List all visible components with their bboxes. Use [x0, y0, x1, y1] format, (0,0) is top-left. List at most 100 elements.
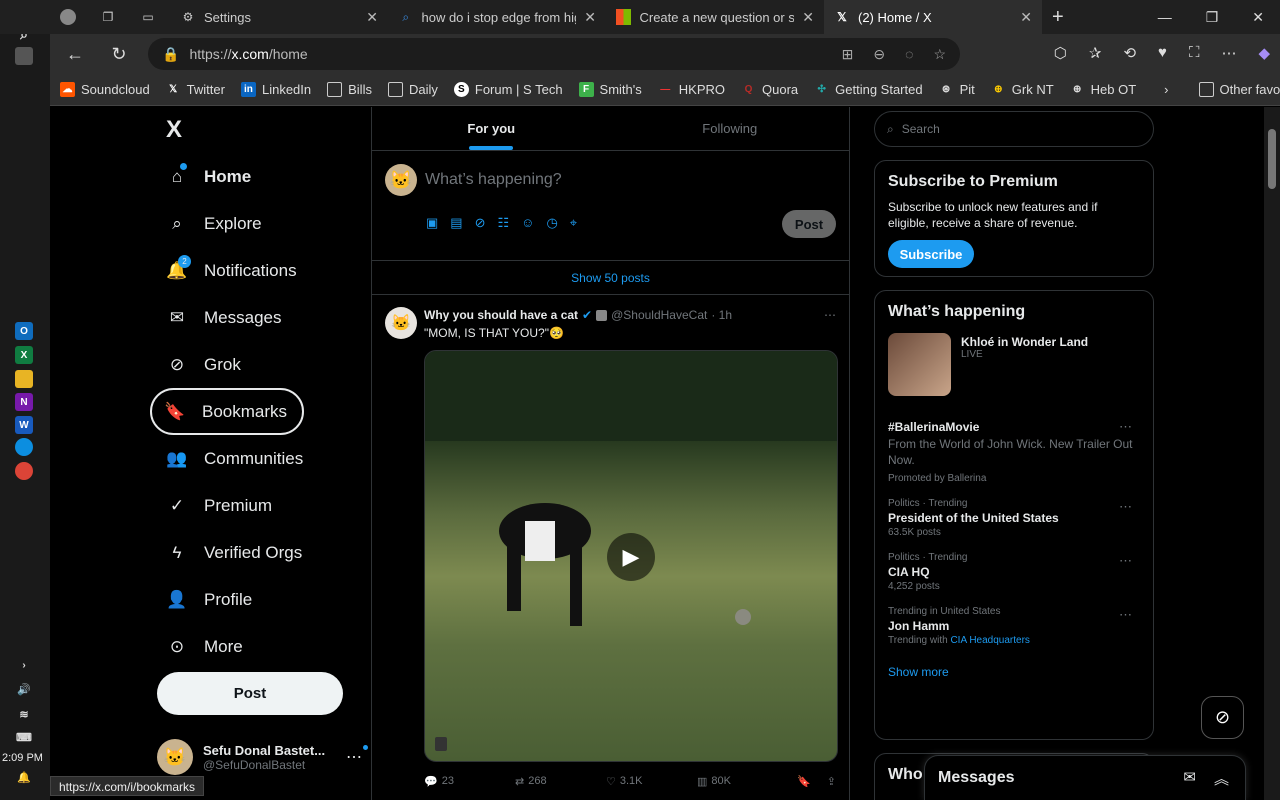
tab-x-home[interactable]: 𝕏 (2) Home / X ✕	[824, 0, 1042, 34]
trend-item[interactable]: Politics · Trending President of the Uni…	[888, 491, 1140, 545]
compose-post-button[interactable]: Post	[782, 210, 836, 238]
nav-more[interactable]: ⊙ More	[150, 623, 370, 670]
tab-following[interactable]: Following	[611, 107, 850, 150]
new-message-icon[interactable]: ✉	[1183, 768, 1196, 789]
wifi-icon[interactable]: ≋	[15, 705, 33, 723]
grok-floating-button[interactable]: ⊘	[1201, 696, 1244, 739]
tweet[interactable]: 🐱 Why you should have a cat ✔ @ShouldHav…	[372, 295, 849, 792]
zoom-icon[interactable]: ⊖	[873, 46, 885, 63]
close-window-icon[interactable]: ✕	[1252, 9, 1264, 26]
nav-verified-orgs[interactable]: ϟ Verified Orgs	[150, 529, 370, 576]
more-horizontal-icon[interactable]: ⋯	[1119, 419, 1132, 435]
close-icon[interactable]: ✕	[802, 9, 814, 26]
app-available-icon[interactable]: ⊞	[842, 46, 854, 63]
post-button[interactable]: Post	[157, 672, 343, 715]
promoted-trend[interactable]: #BallerinaMovie From the World of John W…	[888, 411, 1140, 491]
scroll-thumb[interactable]	[1268, 129, 1276, 189]
vertical-tabs-button[interactable]: ▭	[130, 0, 170, 34]
url-field[interactable]: 🔒 https://x.com/home ⊞ ⊖ ◌ ☆	[148, 38, 960, 70]
restore-icon[interactable]: ❐	[1206, 9, 1219, 26]
tweet-video[interactable]: ▶	[424, 350, 838, 762]
nav-premium[interactable]: ✓ Premium	[150, 482, 370, 529]
history-icon[interactable]: ⟲	[1123, 44, 1136, 62]
close-icon[interactable]: ✕	[584, 9, 596, 26]
bookmarks-overflow-button[interactable]: ›	[1164, 82, 1168, 97]
subscribe-button[interactable]: Subscribe	[888, 240, 974, 268]
copilot-icon[interactable]: ◆	[1258, 44, 1270, 62]
image-icon[interactable]: ▣	[426, 215, 438, 231]
nav-home[interactable]: ⌂ Home	[150, 153, 370, 200]
poll-icon[interactable]: ☷	[498, 215, 510, 231]
page-scrollbar[interactable]	[1264, 107, 1280, 800]
show-posts-link[interactable]: Show 50 posts	[372, 261, 849, 295]
tweet-author-name[interactable]: Why you should have a cat	[424, 308, 578, 322]
tab-settings[interactable]: ⚙ Settings ✕	[170, 0, 388, 34]
messages-drawer[interactable]: Messages ✉ ︽	[924, 755, 1246, 800]
chevron-up-icon[interactable]: ︽	[1214, 768, 1229, 789]
bookmark-forum[interactable]: S Forum | S Tech	[453, 82, 563, 97]
close-icon[interactable]: ✕	[366, 9, 378, 26]
schedule-icon[interactable]: ◷	[546, 215, 557, 231]
tweet-author-handle[interactable]: @ShouldHaveCat	[611, 308, 707, 322]
bookmark-soundcloud[interactable]: ☁ Soundcloud	[60, 82, 150, 97]
show-more-link[interactable]: Show more	[888, 665, 1140, 679]
file-explorer-icon[interactable]	[15, 370, 33, 388]
onenote-icon[interactable]: N	[15, 393, 33, 411]
clock-time[interactable]: 2:09 PM	[2, 752, 43, 764]
views-button[interactable]: ▥ 80K	[697, 775, 788, 788]
chrome-icon[interactable]	[15, 462, 33, 480]
edge-icon[interactable]	[15, 438, 33, 456]
outlook-icon[interactable]: O	[15, 322, 33, 340]
notification-bell-icon[interactable]: 🔔	[15, 768, 33, 786]
close-icon[interactable]: ✕	[1020, 9, 1032, 26]
favorite-star-icon[interactable]: ☆	[933, 46, 946, 63]
bookmark-smiths[interactable]: F Smith's	[578, 82, 642, 97]
x-logo[interactable]: X	[150, 107, 370, 153]
nav-explore[interactable]: ⌕ Explore	[150, 200, 370, 247]
favorites-icon[interactable]: ✰	[1089, 44, 1102, 62]
play-button[interactable]: ▶	[607, 533, 655, 581]
bookmark-other-favorites[interactable]: Other favorites	[1198, 82, 1280, 97]
bookmark-getting-started[interactable]: ✣ Getting Started	[814, 82, 922, 97]
account-switcher[interactable]: 🐱 Sefu Donal Bastet... @SefuDonalBastet …	[157, 739, 368, 775]
bookmark-quora[interactable]: Q Quora	[741, 82, 799, 97]
search-input[interactable]: ⌕ Search	[874, 111, 1154, 147]
nav-notifications[interactable]: 🔔 Notifications 2	[150, 247, 370, 294]
bookmark-icon[interactable]: 🔖	[797, 775, 811, 788]
tweet-time[interactable]: · 1h	[711, 308, 732, 322]
more-horizontal-icon[interactable]: ⋯	[1119, 607, 1132, 623]
bookmark-folder-bills[interactable]: Bills	[327, 82, 372, 97]
nav-profile[interactable]: 👤 Profile	[150, 576, 370, 623]
screenshot-icon[interactable]: ⛶	[1189, 44, 1200, 62]
bookmark-pit[interactable]: ⊛ Pit	[939, 82, 975, 97]
more-horizontal-icon[interactable]: ⋯	[1119, 499, 1132, 515]
volume-icon[interactable]: 🔊	[15, 680, 33, 698]
nav-communities[interactable]: 👥 Communities	[150, 435, 370, 482]
compose-input[interactable]: What’s happening?	[425, 171, 562, 189]
reply-button[interactable]: 💬 23	[424, 775, 515, 788]
more-icon[interactable]: ⋯	[1221, 44, 1236, 62]
nav-messages[interactable]: ✉ Messages	[150, 294, 370, 341]
repost-button[interactable]: ⇄ 268	[515, 775, 606, 788]
emoji-icon[interactable]: ☺	[521, 215, 534, 231]
tab-search[interactable]: ⌕ how do i stop edge from high ✕	[388, 0, 606, 34]
trend-item[interactable]: Politics · Trending CIA HQ 4,252 posts ⋯	[888, 545, 1140, 599]
tab-for-you[interactable]: For you	[372, 107, 611, 150]
workspaces-button[interactable]: ❐	[90, 0, 130, 34]
read-aloud-icon[interactable]: ◌	[905, 46, 913, 63]
minimize-icon[interactable]: —	[1158, 9, 1172, 26]
more-horizontal-icon[interactable]: ⋯	[1119, 553, 1132, 569]
live-event[interactable]: Khloé in Wonder Land LIVE	[888, 329, 1140, 403]
back-button[interactable]: ←	[58, 37, 92, 71]
like-button[interactable]: ♡ 3.1K	[606, 775, 697, 788]
tab-microsoft[interactable]: Create a new question or start ✕	[606, 0, 824, 34]
avatar[interactable]: 🐱	[385, 307, 417, 339]
nav-bookmarks[interactable]: 🔖 Bookmarks	[150, 388, 304, 435]
browser-essentials-icon[interactable]: ♥	[1158, 44, 1167, 62]
keyboard-icon[interactable]: ⌨	[15, 728, 33, 746]
refresh-button[interactable]: ↻	[102, 37, 136, 71]
nav-grok[interactable]: ⊘ Grok	[150, 341, 370, 388]
bookmark-hkpro[interactable]: — HKPRO	[658, 82, 725, 97]
new-tab-button[interactable]: +	[1042, 0, 1082, 34]
profile-avatar[interactable]	[50, 0, 90, 34]
